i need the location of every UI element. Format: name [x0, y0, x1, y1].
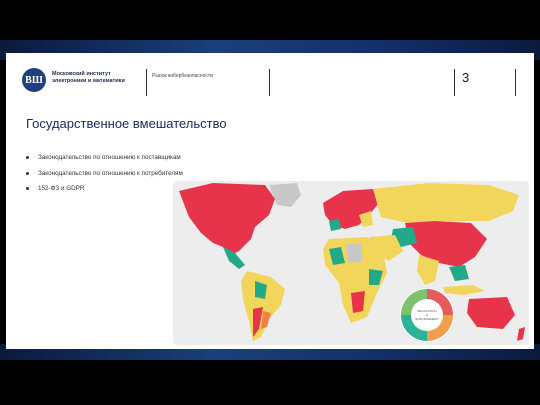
- asia-shape: [405, 221, 487, 267]
- new-zealand-shape: [517, 327, 525, 341]
- header-divider-1: [146, 69, 147, 96]
- bullet-item: Законодательство по отношению к потребит…: [26, 170, 183, 186]
- world-regulation-map: REGULATION & ENFORCEMENT: [173, 181, 529, 345]
- bullet-dot-icon: [26, 171, 29, 175]
- bullet-text: Законодательство по отношению к поставщи…: [38, 154, 181, 161]
- southeast-asia-teal-region: [449, 265, 469, 281]
- organization-name-line1: Московский институт: [52, 71, 111, 77]
- header-divider-3: [454, 69, 455, 96]
- slide: ВШ Московский институт электроники и мат…: [6, 53, 534, 349]
- australia-shape: [467, 297, 515, 329]
- europe-teal-region: [329, 219, 341, 231]
- greenland-shape: [269, 183, 301, 207]
- russia-shape: [373, 183, 519, 223]
- bullet-text: 152-ФЗ и GDPR: [38, 185, 85, 192]
- bullet-list: Законодательство по отношению к поставщи…: [26, 154, 183, 201]
- slide-title: Государственное вмешательство: [26, 116, 227, 131]
- regulation-wheel: REGULATION & ENFORCEMENT: [400, 288, 454, 342]
- bullet-item: 152-ФЗ и GDPR: [26, 185, 183, 201]
- page-number: 3: [462, 70, 470, 85]
- university-logo: ВШ: [22, 68, 46, 92]
- bullet-text: Законодательство по отношению к потребит…: [38, 169, 183, 177]
- bullet-dot-icon: [26, 187, 29, 190]
- logo-letters: ВШ: [25, 74, 43, 86]
- header-divider-4: [515, 69, 516, 96]
- north-america-shape: [179, 183, 275, 255]
- indonesia-shape: [443, 285, 485, 295]
- world-map-graphic: REGULATION & ENFORCEMENT: [179, 183, 525, 342]
- organization-name: Московский институт электроники и матема…: [52, 71, 142, 86]
- africa-red-region: [351, 291, 365, 313]
- course-title: Рынок кибербезопасности: [152, 73, 214, 79]
- bullet-item: Законодательство по отношению к поставщи…: [26, 154, 183, 170]
- bullet-dot-icon: [26, 156, 29, 159]
- organization-name-line2: электроники и математики: [52, 78, 125, 85]
- wheel-center-text-line3: ENFORCEMENT: [415, 317, 438, 321]
- header-divider-2: [269, 69, 270, 96]
- south-america-shape: [241, 271, 285, 341]
